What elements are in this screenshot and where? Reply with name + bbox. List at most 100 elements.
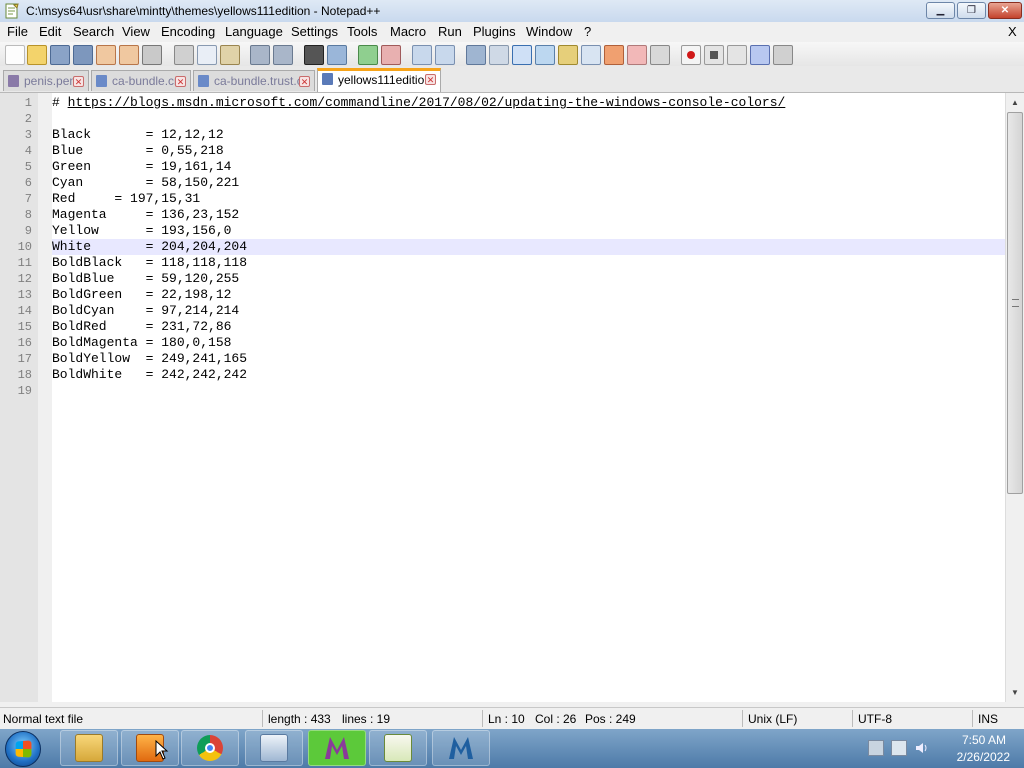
code-line[interactable]: Magenta = 136,23,152 (52, 207, 239, 223)
taskbar-media-player[interactable] (121, 730, 179, 766)
menu-tools[interactable]: Tools (347, 24, 377, 39)
title-bar[interactable]: C:\msys64\usr\share\mintty\themes\yellow… (0, 0, 1024, 22)
tab-close-icon[interactable]: ✕ (425, 74, 436, 85)
notepad-plus-plus-icon (384, 734, 412, 762)
code-line[interactable]: BoldBlue = 59,120,255 (52, 271, 239, 287)
code-line[interactable]: White = 204,204,204 (52, 239, 247, 255)
taskbar-file-explorer[interactable] (60, 730, 118, 766)
tab-close-icon[interactable]: ✕ (175, 76, 186, 87)
taskbar-msys2-terminal[interactable] (432, 730, 490, 766)
record-macro-icon[interactable] (681, 45, 701, 65)
code-line[interactable]: Cyan = 58,150,221 (52, 175, 239, 191)
zoom-in-icon[interactable] (358, 45, 378, 65)
menu-search[interactable]: Search (73, 24, 114, 39)
scroll-down-icon[interactable]: ▼ (1006, 684, 1024, 701)
find-icon[interactable] (304, 45, 324, 65)
tab-close-icon[interactable]: ✕ (73, 76, 84, 87)
menu-edit[interactable]: Edit (39, 24, 61, 39)
vertical-scrollbar[interactable]: ▲ ▼ (1005, 93, 1024, 702)
close-all-icon[interactable] (119, 45, 139, 65)
replace-icon[interactable] (327, 45, 347, 65)
code-line[interactable]: BoldYellow = 249,241,165 (52, 351, 247, 367)
udl-icon[interactable] (535, 45, 555, 65)
menu-help[interactable]: ? (584, 24, 591, 39)
code-line[interactable]: Black = 12,12,12 (52, 127, 224, 143)
code-line[interactable]: BoldRed = 231,72,86 (52, 319, 231, 335)
menu-view[interactable]: View (122, 24, 150, 39)
tab-penis-pem[interactable]: penis.pem ✕ (3, 70, 89, 91)
network-icon[interactable] (891, 740, 907, 756)
run-macro-multiple-icon[interactable] (750, 45, 770, 65)
volume-icon[interactable] (914, 740, 930, 756)
code-line[interactable]: BoldCyan = 97,214,214 (52, 303, 239, 319)
eye-icon[interactable] (650, 45, 670, 65)
open-file-icon[interactable] (27, 45, 47, 65)
play-macro-icon[interactable] (727, 45, 747, 65)
folder-workspace-icon[interactable] (604, 45, 624, 65)
clock-date[interactable]: 2/26/2022 (957, 750, 1010, 764)
chrome-icon (197, 735, 223, 761)
menu-window[interactable]: Window (526, 24, 572, 39)
taskbar-chrome[interactable] (181, 730, 239, 766)
menu-encoding[interactable]: Encoding (161, 24, 215, 39)
sync-vertical-icon[interactable] (412, 45, 432, 65)
code-line[interactable]: BoldGreen = 22,198,12 (52, 287, 231, 303)
scroll-up-icon[interactable]: ▲ (1006, 94, 1024, 111)
code-line[interactable]: Yellow = 193,156,0 (52, 223, 231, 239)
hyperlink[interactable]: https://blogs.msdn.microsoft.com/command… (68, 95, 786, 110)
minimize-button[interactable]: ▁ (926, 2, 955, 19)
menu-plugins[interactable]: Plugins (473, 24, 516, 39)
indent-guide-icon[interactable] (512, 45, 532, 65)
close-button[interactable]: ✕ (988, 2, 1022, 19)
fold-margin[interactable] (38, 93, 52, 702)
zoom-out-icon[interactable] (381, 45, 401, 65)
close-file-icon[interactable] (96, 45, 116, 65)
start-button[interactable] (5, 731, 41, 767)
menu-macro[interactable]: Macro (390, 24, 426, 39)
code-line[interactable]: Blue = 0,55,218 (52, 143, 224, 159)
tab-yellows111edition[interactable]: yellows111edition ✕ (317, 68, 441, 92)
save-all-icon[interactable] (73, 45, 93, 65)
menu-language[interactable]: Language (225, 24, 283, 39)
taskbar-keyboard-app[interactable] (245, 730, 303, 766)
code-line[interactable]: # https://blogs.msdn.microsoft.com/comma… (52, 95, 785, 111)
tab-close-icon[interactable]: ✕ (299, 76, 310, 87)
word-wrap-icon[interactable] (466, 45, 486, 65)
status-insert-mode[interactable]: INS (978, 712, 998, 726)
taskbar-msys2-mintty[interactable] (308, 730, 366, 766)
status-eol-format[interactable]: Unix (LF) (748, 712, 797, 726)
tab-ca-bundle-trust-crt[interactable]: ca-bundle.trust.crt ✕ (193, 70, 315, 91)
action-center-icon[interactable] (868, 740, 884, 756)
document-map-icon[interactable] (558, 45, 578, 65)
function-list-icon[interactable] (581, 45, 601, 65)
code-line[interactable]: BoldMagenta = 180,0,158 (52, 335, 231, 351)
new-file-icon[interactable] (5, 45, 25, 65)
show-all-characters-icon[interactable] (489, 45, 509, 65)
undo-icon[interactable] (250, 45, 270, 65)
clock-time[interactable]: 7:50 AM (962, 733, 1006, 747)
maximize-button[interactable]: ❐ (957, 2, 986, 19)
paste-icon[interactable] (220, 45, 240, 65)
scrollbar-thumb[interactable] (1007, 112, 1023, 494)
taskbar-notepad-plus-plus[interactable] (369, 730, 427, 766)
save-macro-icon[interactable] (773, 45, 793, 65)
cut-icon[interactable] (174, 45, 194, 65)
menu-settings[interactable]: Settings (291, 24, 338, 39)
menu-file[interactable]: File (7, 24, 28, 39)
stop-macro-icon[interactable] (704, 45, 724, 65)
sync-horizontal-icon[interactable] (435, 45, 455, 65)
monitoring-icon[interactable] (627, 45, 647, 65)
code-line[interactable]: BoldWhite = 242,242,242 (52, 367, 247, 383)
text-editor[interactable]: 1 # https://blogs.msdn.microsoft.com/comm… (0, 93, 1005, 702)
redo-icon[interactable] (273, 45, 293, 65)
tab-ca-bundle-crt[interactable]: ca-bundle.crt ✕ (91, 70, 191, 91)
code-line[interactable]: Green = 19,161,14 (52, 159, 231, 175)
print-icon[interactable] (142, 45, 162, 65)
code-line[interactable]: BoldBlack = 118,118,118 (52, 255, 247, 271)
status-encoding[interactable]: UTF-8 (858, 712, 892, 726)
copy-icon[interactable] (197, 45, 217, 65)
close-document-button[interactable]: X (1008, 24, 1017, 39)
menu-run[interactable]: Run (438, 24, 462, 39)
save-icon[interactable] (50, 45, 70, 65)
code-line[interactable]: Red = 197,15,31 (52, 191, 200, 207)
